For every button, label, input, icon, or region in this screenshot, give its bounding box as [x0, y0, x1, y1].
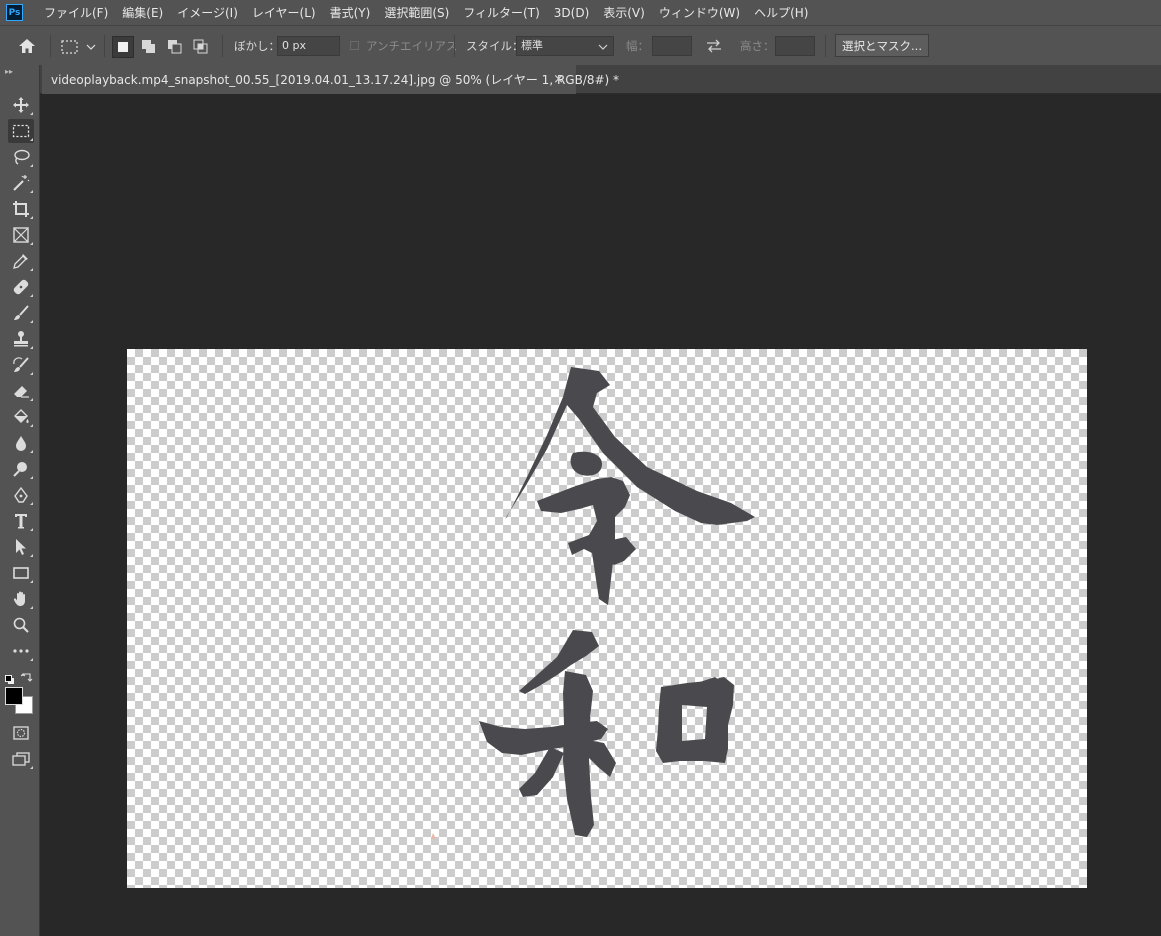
- screen-mode-icon[interactable]: [8, 747, 34, 771]
- foreground-color-swatch[interactable]: [5, 687, 23, 705]
- separator: [222, 35, 223, 57]
- eraser-tool-icon[interactable]: [8, 379, 34, 403]
- swap-width-height-icon[interactable]: [705, 38, 723, 54]
- pen-tool-icon[interactable]: [8, 483, 34, 507]
- paint-bucket-tool-icon[interactable]: [8, 405, 34, 429]
- height-input[interactable]: [775, 36, 815, 56]
- type-tool-icon[interactable]: [8, 509, 34, 533]
- style-select-value: 標準: [521, 39, 543, 52]
- brush-tool-icon[interactable]: [8, 301, 34, 325]
- quick-mask-icon[interactable]: [8, 721, 34, 745]
- document-tab-bar: videoplayback.mp4_snapshot_00.55_[2019.0…: [40, 65, 1161, 94]
- feather-input[interactable]: 0 px: [277, 36, 340, 56]
- dodge-tool-icon[interactable]: [8, 457, 34, 481]
- separator: [825, 35, 826, 57]
- more-tools-icon[interactable]: [8, 639, 34, 663]
- width-label: 幅：: [626, 39, 649, 53]
- style-select[interactable]: 標準: [516, 36, 614, 56]
- separator: [454, 35, 455, 57]
- swap-colors-icon[interactable]: [20, 669, 33, 682]
- menu-edit[interactable]: 編集(E): [115, 4, 170, 21]
- menu-bar: Ps ファイル(F) 編集(E) イメージ(I) レイヤー(L) 書式(Y) 選…: [0, 0, 1161, 25]
- hand-tool-icon[interactable]: [8, 587, 34, 611]
- rect-marquee-tool-icon[interactable]: [8, 119, 34, 143]
- menu-layer[interactable]: レイヤー(L): [245, 4, 323, 21]
- zoom-tool-icon[interactable]: [8, 613, 34, 637]
- menu-3d[interactable]: 3D(D): [547, 6, 596, 20]
- antialias-checkbox[interactable]: [350, 41, 359, 50]
- menu-image[interactable]: イメージ(I): [170, 4, 245, 21]
- default-colors-icon[interactable]: [5, 670, 15, 684]
- eyedropper-tool-icon[interactable]: [8, 249, 34, 273]
- document-canvas[interactable]: 令和: [127, 349, 1087, 888]
- menu-window[interactable]: ウィンドウ(W): [652, 4, 747, 21]
- width-input[interactable]: [652, 36, 692, 56]
- new-selection-icon[interactable]: [112, 36, 134, 58]
- subtract-from-selection-icon[interactable]: [166, 38, 184, 56]
- height-label: 高さ：: [740, 39, 775, 53]
- options-bar: ぼかし： 0 px アンチエイリアス スタイル： 標準 幅： 高さ： 選択とマス…: [0, 25, 1161, 65]
- blur-tool-icon[interactable]: [8, 431, 34, 455]
- canvas-area[interactable]: 令和: [40, 94, 1161, 936]
- chevron-down-icon: [598, 44, 608, 50]
- frame-tool-icon[interactable]: [8, 223, 34, 247]
- panel-collapse-icon[interactable]: ▸▸: [5, 67, 13, 76]
- move-tool-icon[interactable]: [8, 93, 34, 117]
- menu-help[interactable]: ヘルプ(H): [747, 4, 815, 21]
- photoshop-logo-icon[interactable]: Ps: [6, 4, 23, 21]
- healing-brush-tool-icon[interactable]: [8, 275, 34, 299]
- separator: [104, 35, 105, 57]
- close-icon[interactable]: ×: [553, 72, 564, 87]
- menu-filter[interactable]: フィルター(T): [456, 4, 546, 21]
- tools-panel: ▸▸: [0, 65, 40, 936]
- feather-label: ぼかし：: [234, 39, 280, 53]
- intersect-selection-icon[interactable]: [192, 38, 210, 56]
- separator: [50, 35, 51, 57]
- home-icon[interactable]: [17, 37, 37, 55]
- calligraphy-artwork: 令和: [431, 367, 755, 839]
- menu-view[interactable]: 表示(V): [596, 4, 652, 21]
- crop-tool-icon[interactable]: [8, 197, 34, 221]
- document-tab[interactable]: videoplayback.mp4_snapshot_00.55_[2019.0…: [42, 65, 619, 94]
- select-and-mask-button[interactable]: 選択とマスク...: [835, 34, 929, 57]
- path-selection-tool-icon[interactable]: [8, 535, 34, 559]
- clone-stamp-tool-icon[interactable]: [8, 327, 34, 351]
- magic-wand-tool-icon[interactable]: [8, 171, 34, 195]
- lasso-tool-icon[interactable]: [8, 145, 34, 169]
- menu-type[interactable]: 書式(Y): [323, 4, 378, 21]
- tool-preset-picker[interactable]: [60, 38, 98, 56]
- rectangle-tool-icon[interactable]: [8, 561, 34, 585]
- add-to-selection-icon[interactable]: [140, 38, 158, 56]
- document-tab-title: videoplayback.mp4_snapshot_00.55_[2019.0…: [51, 73, 620, 87]
- menu-select[interactable]: 選択範囲(S): [377, 4, 456, 21]
- history-brush-tool-icon[interactable]: [8, 353, 34, 377]
- menu-file[interactable]: ファイル(F): [37, 4, 115, 21]
- style-label: スタイル：: [466, 39, 524, 53]
- antialias-label: アンチエイリアス: [366, 39, 458, 53]
